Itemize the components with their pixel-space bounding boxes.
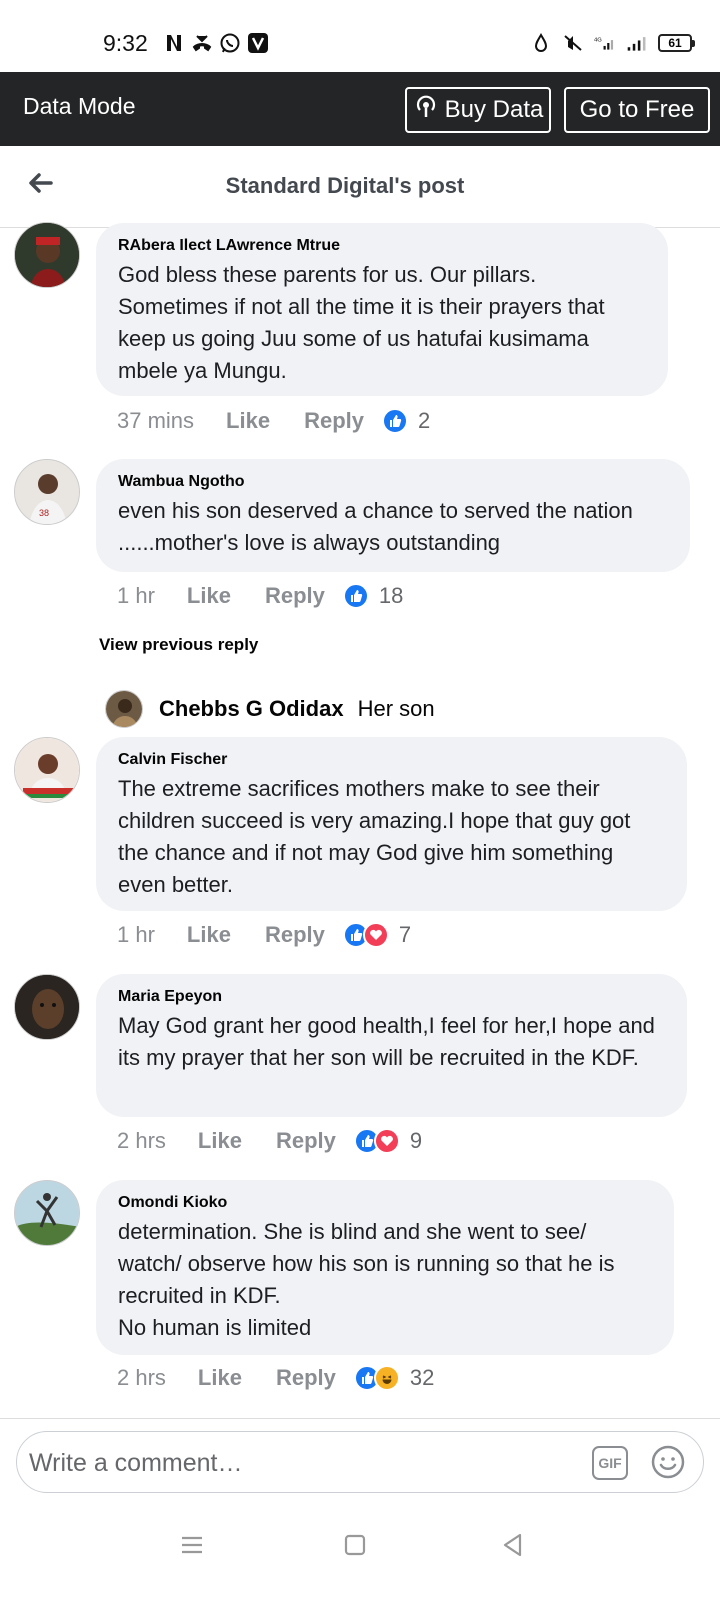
back-icon[interactable] <box>498 1530 528 1560</box>
comment-time[interactable]: 37 mins <box>117 408 194 434</box>
love-reaction-icon[interactable] <box>373 1128 400 1154</box>
comment-author[interactable]: Wambua Ngotho <box>118 473 668 491</box>
comment-text: May God grant her good health,I feel for… <box>118 1013 655 1070</box>
comment-actions: 1 hr Like Reply 7 <box>117 922 411 948</box>
avatar[interactable] <box>105 690 143 728</box>
status-notification-icons <box>163 32 269 54</box>
love-reaction-icon[interactable] <box>362 922 389 948</box>
status-system-icons: 4G 61 <box>530 32 695 54</box>
signal-icon <box>626 32 648 54</box>
avatar[interactable] <box>14 1180 80 1246</box>
reaction-count[interactable]: 7 <box>399 922 411 948</box>
menu-icon[interactable] <box>177 1530 207 1560</box>
comment-time[interactable]: 2 hrs <box>117 1128 166 1154</box>
comment-input[interactable] <box>29 1446 569 1480</box>
comment-author[interactable]: Omondi Kioko <box>118 1194 652 1212</box>
reaction-count[interactable]: 32 <box>410 1365 434 1391</box>
whatsapp-icon <box>219 32 241 54</box>
haha-reaction-icon[interactable] <box>373 1365 400 1391</box>
comment-bubble: RAbera Ilect LAwrence Mtrue God bless th… <box>96 223 668 396</box>
avatar[interactable]: 38 <box>14 459 80 525</box>
broadcast-icon <box>413 94 439 127</box>
comment-author[interactable]: RAbera Ilect LAwrence Mtrue <box>118 237 646 255</box>
reply-button[interactable]: Reply <box>276 1365 336 1391</box>
like-reaction-icon[interactable] <box>342 583 369 609</box>
comment-text: determination. She is blind and she went… <box>118 1219 615 1340</box>
system-navigation-bar <box>0 1508 720 1600</box>
comment-actions: 1 hr Like Reply 18 <box>117 583 403 609</box>
missed-call-icon <box>191 32 213 54</box>
comment-actions: 2 hrs Like Reply 9 <box>117 1128 422 1154</box>
emoji-icon[interactable] <box>650 1444 686 1480</box>
comment-author[interactable]: Maria Epeyon <box>118 988 665 1006</box>
comment-composer: GIF <box>16 1431 704 1493</box>
netflix-icon <box>163 32 185 54</box>
data-mode-title: Data Mode <box>23 93 136 119</box>
battery-icon: 61 <box>658 34 695 52</box>
gif-button[interactable]: GIF <box>592 1446 628 1480</box>
reaction-count[interactable]: 18 <box>379 583 403 609</box>
mute-icon <box>562 32 584 54</box>
svg-text:4G: 4G <box>594 38 602 44</box>
comment-text: The extreme sacrifices mothers make to s… <box>118 776 631 897</box>
like-button[interactable]: Like <box>187 583 231 609</box>
home-icon[interactable] <box>340 1530 370 1560</box>
go-to-free-button[interactable]: Go to Free <box>564 87 710 133</box>
comment-bubble: Wambua Ngotho even his son deserved a ch… <box>96 459 690 572</box>
avatar[interactable] <box>14 222 80 288</box>
like-button[interactable]: Like <box>198 1365 242 1391</box>
reply-button[interactable]: Reply <box>276 1128 336 1154</box>
comment-author[interactable]: Calvin Fischer <box>118 751 665 769</box>
v-app-icon <box>247 32 269 54</box>
like-button[interactable]: Like <box>187 922 231 948</box>
comment-text: even his son deserved a chance to served… <box>118 498 633 555</box>
like-button[interactable]: Like <box>226 408 270 434</box>
buy-data-label: Buy Data <box>444 96 544 123</box>
reaction-count[interactable]: 2 <box>418 408 430 434</box>
svg-text:38: 38 <box>39 508 49 518</box>
comment-composer-bar: GIF <box>0 1418 720 1508</box>
go-to-free-label: Go to Free <box>579 96 695 123</box>
comment-actions: 37 mins Like Reply 2 <box>117 408 430 434</box>
comment-text: God bless these parents for us. Our pill… <box>118 262 605 383</box>
data-mode-bar: Data Mode Buy Data Go to Free <box>0 72 720 146</box>
like-button[interactable]: Like <box>198 1128 242 1154</box>
comment-bubble: Maria Epeyon May God grant her good heal… <box>96 974 687 1117</box>
signal-4g-icon: 4G <box>594 32 616 54</box>
data-saver-icon <box>530 32 552 54</box>
view-previous-reply-link[interactable]: View previous reply <box>99 635 258 655</box>
avatar[interactable] <box>14 974 80 1040</box>
reply-button[interactable]: Reply <box>265 583 325 609</box>
buy-data-button[interactable]: Buy Data <box>405 87 551 133</box>
status-bar: 9:32 4G 61 <box>0 0 720 72</box>
post-header: Standard Digital's post <box>0 146 720 228</box>
reply-text: Her son <box>357 696 435 721</box>
comment-time[interactable]: 1 hr <box>117 922 155 948</box>
status-time: 9:32 <box>103 30 148 56</box>
reply-author[interactable]: Chebbs G Odidax <box>159 696 344 722</box>
comment-time[interactable]: 2 hrs <box>117 1365 166 1391</box>
comment-time[interactable]: 1 hr <box>117 583 155 609</box>
comment-bubble: Omondi Kioko determination. She is blind… <box>96 1180 674 1355</box>
page-title: Standard Digital's post <box>225 173 465 198</box>
comment-bubble: Calvin Fischer The extreme sacrifices mo… <box>96 737 687 911</box>
like-reaction-icon[interactable] <box>382 408 408 434</box>
comment-actions: 2 hrs Like Reply 32 <box>117 1365 434 1391</box>
avatar[interactable] <box>14 737 80 803</box>
reply-button[interactable]: Reply <box>265 922 325 948</box>
nested-reply: Chebbs G Odidax Her son <box>105 690 435 728</box>
reply-button[interactable]: Reply <box>304 408 364 434</box>
reaction-count[interactable]: 9 <box>410 1128 422 1154</box>
